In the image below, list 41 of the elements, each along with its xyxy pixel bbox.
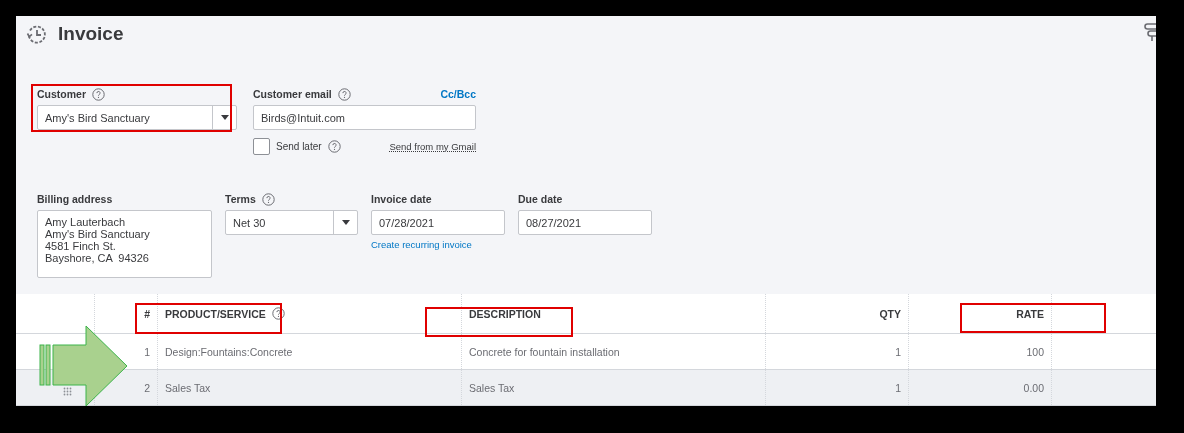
history-clock-icon[interactable] bbox=[26, 23, 47, 45]
gmail-link[interactable]: Send from my Gmail bbox=[389, 141, 476, 152]
table-row[interactable]: 2 Sales Tax Sales Tax 1 0.00 bbox=[16, 370, 1156, 406]
terms-select[interactable]: Net 30 bbox=[225, 210, 358, 235]
dropdown-caret-icon bbox=[220, 115, 229, 120]
table-cell: Sales Tax bbox=[461, 370, 765, 405]
checkbox-label: Send later bbox=[276, 141, 322, 152]
send-later-checkbox[interactable] bbox=[253, 138, 270, 155]
table-cell: 1 bbox=[765, 370, 908, 405]
date-input[interactable]: 08/27/2021 bbox=[518, 210, 652, 235]
help-icon[interactable] bbox=[92, 87, 105, 101]
column-header: DESCRIPTION bbox=[461, 294, 765, 333]
drag-handle-icon[interactable] bbox=[63, 387, 72, 396]
help-icon[interactable] bbox=[337, 87, 351, 101]
field-label: Customer email bbox=[253, 88, 332, 100]
table-row[interactable]: 1 Design:Fountains:Concrete Concrete for fountain installation 1 100 bbox=[16, 334, 1156, 370]
table-cell: Sales Tax bbox=[157, 370, 461, 405]
email-input[interactable]: Birds@Intuit.com bbox=[253, 105, 476, 130]
help-icon[interactable] bbox=[271, 307, 285, 320]
help-icon[interactable] bbox=[261, 192, 275, 206]
cc-bcc-link[interactable]: Cc/Bcc bbox=[440, 88, 476, 100]
recurring-invoice-link[interactable]: Create recurring invoice bbox=[371, 239, 505, 250]
field-label: Terms bbox=[225, 193, 256, 205]
column-header: QTY bbox=[765, 294, 908, 333]
field-label: Due date bbox=[518, 193, 563, 205]
date-input[interactable]: 07/28/2021 bbox=[371, 210, 505, 235]
table-cell: 0.00 bbox=[908, 370, 1051, 405]
table-cell: Design:Fountains:Concrete bbox=[157, 334, 461, 369]
field-label: Invoice date bbox=[371, 193, 432, 205]
table-cell: 100 bbox=[908, 334, 1051, 369]
field-label: Customer bbox=[37, 88, 86, 100]
billing-address-field[interactable]: Amy Lauterbach Amy's Bird Sanctuary 4581 Finch St. Bayshore, CA 94326 bbox=[37, 210, 212, 278]
field-label: Billing address bbox=[37, 193, 113, 205]
dropdown-caret-icon bbox=[341, 220, 350, 225]
page-title: Invoice bbox=[58, 23, 124, 45]
customer-select[interactable]: Amy's Bird Sanctuary bbox=[37, 105, 237, 130]
column-header: RATE bbox=[908, 294, 1051, 333]
table-cell: 1 bbox=[765, 334, 908, 369]
column-header: PRODUCT/SERVICE bbox=[157, 294, 461, 333]
table-cell: Concrete for fountain installation bbox=[461, 334, 765, 369]
help-icon[interactable] bbox=[327, 140, 341, 153]
